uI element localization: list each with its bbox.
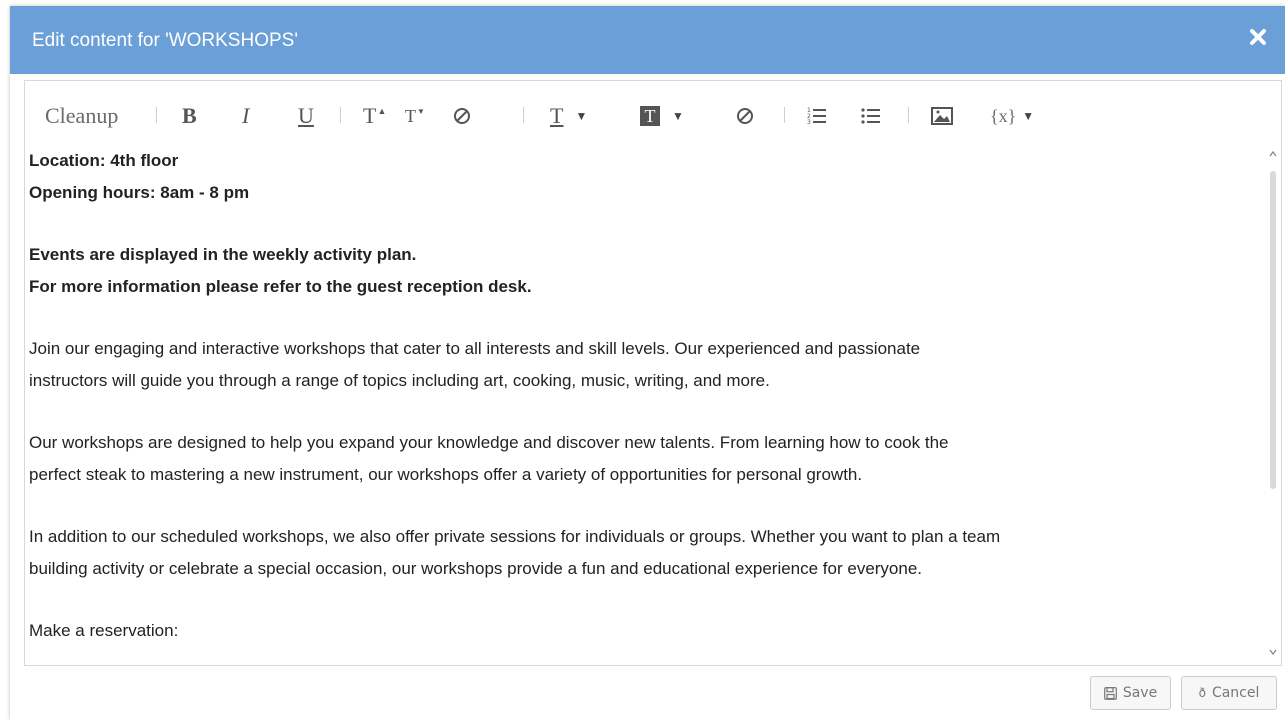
chevron-down-icon: ▼ xyxy=(575,109,588,123)
cancel-label: Cancel xyxy=(1211,685,1260,701)
paragraph-line: building activity or celebrate a special… xyxy=(29,559,923,578)
superscript-mark-icon: ▲ xyxy=(377,106,387,116)
font-size-up-label: T xyxy=(363,103,377,128)
clear-format-button[interactable] xyxy=(452,103,472,129)
page-backdrop xyxy=(0,0,10,720)
edit-content-dialog: Edit content for 'WORKSHOPS' Cleanup B I… xyxy=(10,6,1285,720)
reservation-line: Make a reservation: xyxy=(29,621,179,640)
dialog-header: Edit content for 'WORKSHOPS' xyxy=(10,6,1285,74)
editor-content[interactable]: Location: 4th floor Opening hours: 8am -… xyxy=(29,145,1257,661)
chevron-down-icon: ▼ xyxy=(672,109,684,123)
scroll-up-icon[interactable] xyxy=(1269,150,1277,159)
ordered-list-icon: 1 2 3 xyxy=(807,107,826,126)
editor-toolbar: Cleanup B I U T ▲ T ▼ T ▼ T ▼ 1 2 3 {x} … xyxy=(25,81,1281,145)
toolbar-separator xyxy=(784,107,785,123)
bold-button[interactable]: B xyxy=(182,103,197,129)
paragraph-line: In addition to our scheduled workshops, … xyxy=(29,527,1001,546)
underline-button[interactable]: U xyxy=(298,103,314,129)
editor-scrollbar[interactable] xyxy=(1267,149,1279,661)
more-info-line: For more information please refer to the… xyxy=(29,277,532,296)
unordered-list-button[interactable] xyxy=(861,103,881,129)
location-line: Location: 4th floor xyxy=(29,151,179,170)
insert-variable-button[interactable]: {x} ▼ xyxy=(990,103,1034,129)
text-color-label: T xyxy=(550,103,564,128)
paragraph-line: Our workshops are designed to help you e… xyxy=(29,433,949,452)
block-icon xyxy=(737,108,753,124)
rich-text-editor[interactable]: Cleanup B I U T ▲ T ▼ T ▼ T ▼ 1 2 3 {x} … xyxy=(24,80,1282,666)
text-color-button[interactable]: T ▼ xyxy=(550,103,587,129)
block-icon xyxy=(454,108,470,124)
unordered-list-icon xyxy=(861,108,880,124)
font-size-up-button[interactable]: T ▲ xyxy=(363,103,386,129)
chevron-down-icon: ▼ xyxy=(1022,109,1035,123)
toolbar-separator xyxy=(156,107,157,123)
cancel-button[interactable]: ð Cancel xyxy=(1181,676,1277,710)
paragraph-line: instructors will guide you through a ran… xyxy=(29,371,770,390)
highlight-label: T xyxy=(640,106,660,126)
italic-button[interactable]: I xyxy=(242,103,249,129)
paragraph-line: perfect steak to mastering a new instrum… xyxy=(29,465,863,484)
opening-hours-line: Opening hours: 8am - 8 pm xyxy=(29,183,250,202)
remove-color-button[interactable] xyxy=(735,103,755,129)
cancel-icon: ð xyxy=(1198,686,1206,700)
dialog-title: Edit content for 'WORKSHOPS' xyxy=(32,30,298,51)
image-icon xyxy=(931,107,953,125)
highlight-color-button[interactable]: T ▼ xyxy=(640,103,684,129)
events-line: Events are displayed in the weekly activ… xyxy=(29,245,417,264)
ordered-list-button[interactable]: 1 2 3 xyxy=(807,103,827,129)
toolbar-separator xyxy=(523,107,524,123)
save-label: Save xyxy=(1122,685,1158,701)
font-size-down-button[interactable]: T ▼ xyxy=(405,103,425,129)
svg-text:3: 3 xyxy=(807,119,811,126)
subscript-mark-icon: ▼ xyxy=(417,106,425,116)
toolbar-separator xyxy=(908,107,909,123)
paragraph-line: Join our engaging and interactive worksh… xyxy=(29,339,921,358)
save-button[interactable]: Save xyxy=(1090,676,1171,710)
toolbar-separator xyxy=(340,107,341,123)
insert-image-button[interactable] xyxy=(931,103,953,129)
cleanup-button[interactable]: Cleanup xyxy=(45,103,118,129)
scroll-thumb[interactable] xyxy=(1270,171,1276,489)
font-size-down-label: T xyxy=(405,105,416,126)
floppy-icon xyxy=(1103,686,1117,700)
variable-label: {x} xyxy=(990,105,1017,126)
close-icon[interactable] xyxy=(1247,26,1269,48)
scroll-down-icon[interactable] xyxy=(1269,649,1277,657)
